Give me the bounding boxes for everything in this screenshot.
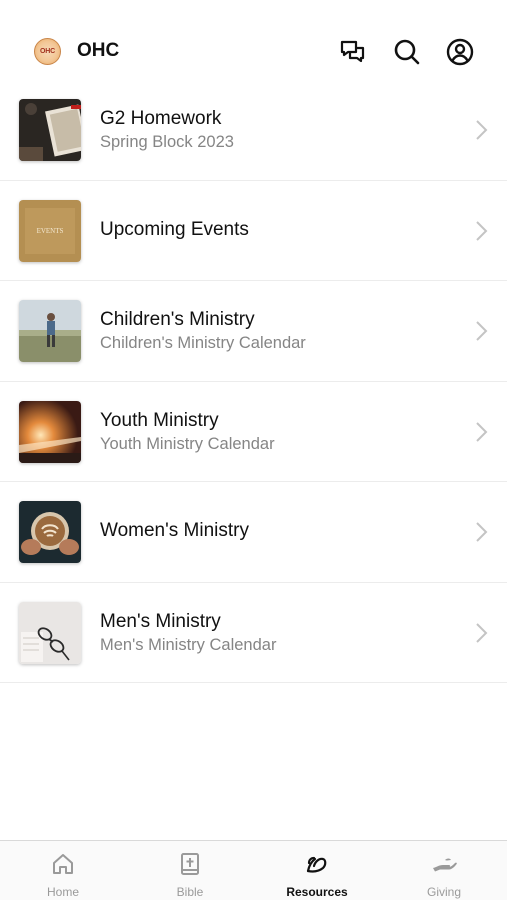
list-item-womens-ministry[interactable]: Women's Ministry bbox=[0, 482, 507, 583]
child-thumbnail bbox=[19, 300, 81, 362]
list-item-mens-ministry[interactable]: Men's Ministry Men's Ministry Calendar bbox=[0, 583, 507, 683]
tab-giving[interactable]: Giving bbox=[381, 841, 507, 900]
account-icon[interactable] bbox=[445, 37, 475, 67]
tab-label: Bible bbox=[176, 885, 204, 899]
list-item-childrens-ministry[interactable]: Children's Ministry Children's Ministry … bbox=[0, 281, 507, 382]
search-icon[interactable] bbox=[392, 37, 422, 67]
app-header: OHC OHC bbox=[0, 0, 507, 88]
glasses-thumbnail bbox=[19, 601, 81, 664]
item-title: Children's Ministry bbox=[100, 309, 255, 330]
chevron-right-icon bbox=[474, 622, 488, 644]
bottom-tab-bar: Home Bible Resources Giving bbox=[0, 840, 507, 900]
item-subtitle: Youth Ministry Calendar bbox=[100, 434, 275, 453]
light-thumbnail bbox=[19, 400, 81, 463]
events-thumbnail: EVENTS bbox=[19, 199, 81, 262]
list-item-upcoming-events[interactable]: EVENTS Upcoming Events bbox=[0, 181, 507, 281]
church-logo[interactable]: OHC bbox=[34, 38, 61, 65]
chevron-right-icon bbox=[474, 119, 488, 141]
item-subtitle: Men's Ministry Calendar bbox=[100, 635, 277, 654]
tab-bible[interactable]: Bible bbox=[127, 841, 253, 900]
coffee-thumbnail bbox=[19, 501, 81, 563]
item-subtitle: Children's Ministry Calendar bbox=[100, 334, 306, 352]
item-title: Women's Ministry bbox=[100, 520, 249, 541]
bible-icon bbox=[177, 851, 203, 877]
book-thumbnail bbox=[19, 99, 81, 161]
chat-icon[interactable] bbox=[338, 37, 368, 67]
resources-icon bbox=[304, 851, 330, 877]
chevron-right-icon bbox=[474, 320, 488, 342]
item-title: Men's Ministry bbox=[100, 610, 221, 632]
tab-label: Home bbox=[46, 885, 79, 899]
tab-label: Giving bbox=[426, 885, 461, 899]
logo-text: OHC bbox=[40, 48, 55, 55]
item-subtitle: Spring Block 2023 bbox=[100, 133, 234, 151]
item-title: Upcoming Events bbox=[100, 218, 249, 240]
app-title: OHC bbox=[77, 40, 120, 61]
chevron-right-icon bbox=[474, 521, 488, 543]
home-icon bbox=[50, 851, 76, 877]
resource-list: G2 Homework Spring Block 2023 EVENTS Upc… bbox=[0, 80, 507, 683]
list-item-youth-ministry[interactable]: Youth Ministry Youth Ministry Calendar bbox=[0, 382, 507, 482]
tab-label: Resources bbox=[286, 885, 348, 899]
item-title: Youth Ministry bbox=[100, 409, 219, 431]
giving-icon bbox=[431, 851, 457, 877]
item-title: G2 Homework bbox=[100, 108, 222, 129]
list-item-g2-homework[interactable]: G2 Homework Spring Block 2023 bbox=[0, 80, 507, 181]
chevron-right-icon bbox=[474, 421, 488, 443]
tab-home[interactable]: Home bbox=[0, 841, 126, 900]
tab-resources[interactable]: Resources bbox=[254, 841, 380, 900]
events-thumb-text: EVENTS bbox=[37, 227, 64, 235]
chevron-right-icon bbox=[474, 220, 488, 242]
